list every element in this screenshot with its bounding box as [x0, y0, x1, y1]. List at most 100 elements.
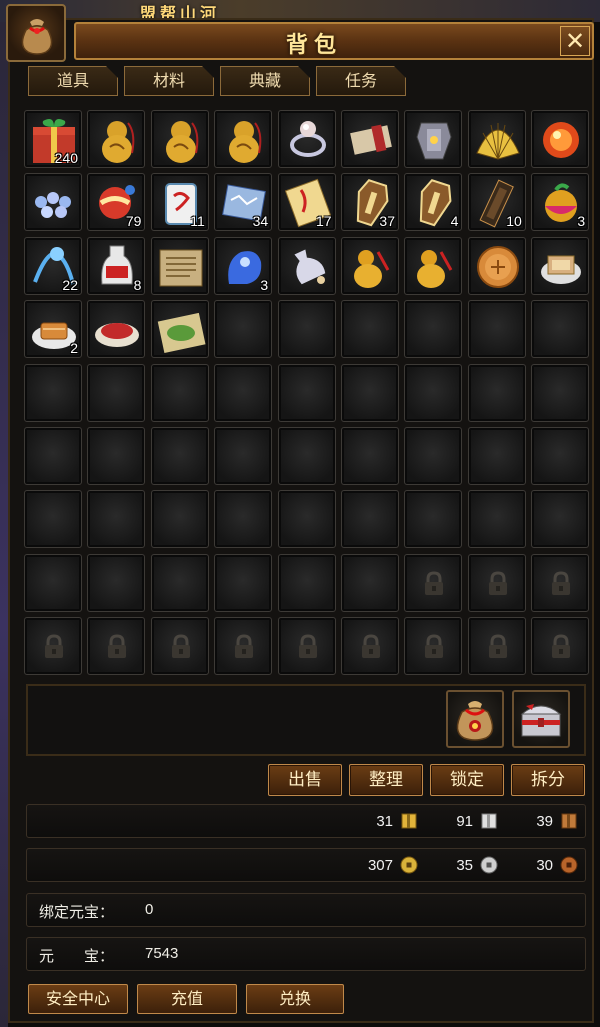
inventory-slot-empty[interactable]: [277, 490, 336, 549]
inventory-slot-empty[interactable]: [277, 553, 336, 612]
gourd-amulet-icon: [229, 121, 262, 163]
tab-items[interactable]: 道具: [28, 66, 118, 96]
recharge-button[interactable]: 充值: [137, 984, 237, 1014]
inventory-slot-locked[interactable]: [404, 553, 463, 612]
security-center-button[interactable]: 安全中心: [28, 984, 128, 1014]
inventory-slot-empty[interactable]: [214, 490, 273, 549]
inventory-slot-empty[interactable]: [531, 300, 590, 359]
window-titlebar[interactable]: 背包 ✕: [74, 22, 594, 60]
inventory-slot-filled[interactable]: 3: [214, 236, 273, 295]
inventory-slot-empty[interactable]: [404, 427, 463, 485]
inventory-slot-filled[interactable]: [150, 236, 209, 295]
inventory-slot-filled[interactable]: [341, 110, 399, 168]
special-slot-treasure-chest[interactable]: [512, 690, 570, 748]
inventory-slot-empty[interactable]: [150, 363, 209, 422]
inventory-slot-filled[interactable]: [531, 110, 590, 168]
bronze-ingot-icon: [561, 813, 577, 829]
inventory-slot-filled[interactable]: [404, 236, 463, 295]
inventory-slot-empty[interactable]: [341, 490, 399, 549]
inventory-slot-empty[interactable]: [341, 553, 399, 612]
inventory-slot-filled[interactable]: [277, 236, 336, 295]
inventory-slot-filled[interactable]: [341, 236, 399, 295]
inventory-slot-filled[interactable]: 79: [87, 173, 146, 232]
inventory-slot-empty[interactable]: [404, 490, 463, 549]
inventory-slot-filled[interactable]: 3: [531, 173, 590, 232]
inventory-slot-empty[interactable]: [24, 490, 82, 549]
inventory-slot-empty[interactable]: [404, 300, 463, 359]
inventory-slot-filled[interactable]: 8: [87, 236, 146, 295]
inventory-slot-empty[interactable]: [277, 300, 336, 359]
inventory-slot-locked[interactable]: [467, 617, 526, 676]
inventory-slot-filled[interactable]: [150, 300, 209, 359]
inventory-slot-empty[interactable]: [341, 363, 399, 422]
inventory-slot-filled[interactable]: [467, 236, 526, 295]
sort-button[interactable]: 整理: [349, 764, 423, 796]
inventory-slot-empty[interactable]: [467, 427, 526, 485]
inventory-slot-filled[interactable]: [467, 110, 526, 168]
inventory-slot-filled[interactable]: [277, 110, 336, 168]
inventory-slot-empty[interactable]: [24, 553, 82, 612]
gourd-amulet-icon: [165, 121, 199, 163]
inventory-slot-locked[interactable]: [531, 617, 590, 676]
inventory-slot-empty[interactable]: [150, 553, 209, 612]
inventory-slot-locked[interactable]: [87, 617, 146, 676]
inventory-slot-empty[interactable]: [87, 363, 146, 422]
inventory-slot-empty[interactable]: [341, 300, 399, 359]
inventory-slot-filled[interactable]: 22: [24, 236, 82, 295]
inventory-slot-locked[interactable]: [531, 553, 590, 612]
inventory-slot-filled[interactable]: 2: [24, 300, 82, 359]
item-count: 17: [316, 213, 332, 230]
inventory-slot-empty[interactable]: [87, 427, 146, 485]
inventory-slot-empty[interactable]: [277, 427, 336, 485]
close-button[interactable]: ✕: [560, 26, 590, 56]
inventory-slot-filled[interactable]: [87, 110, 146, 168]
inventory-slot-locked[interactable]: [404, 617, 463, 676]
inventory-slot-empty[interactable]: [214, 553, 273, 612]
inventory-slot-empty[interactable]: [150, 427, 209, 485]
sell-button[interactable]: 出售: [268, 764, 342, 796]
inventory-slot-empty[interactable]: [87, 490, 146, 549]
inventory-slot-empty[interactable]: [214, 427, 273, 485]
inventory-slot-locked[interactable]: [467, 553, 526, 612]
inventory-slot-filled[interactable]: 10: [467, 173, 526, 232]
inventory-slot-empty[interactable]: [467, 490, 526, 549]
inventory-slot-locked[interactable]: [214, 617, 273, 676]
inventory-slot-empty[interactable]: [277, 363, 336, 422]
tab-quests[interactable]: 任务: [316, 66, 406, 96]
split-button[interactable]: 拆分: [511, 764, 585, 796]
lock-button[interactable]: 锁定: [430, 764, 504, 796]
inventory-slot-filled[interactable]: [24, 173, 82, 232]
inventory-slot-filled[interactable]: [214, 110, 273, 168]
inventory-slot-filled[interactable]: 4: [404, 173, 463, 232]
exchange-button[interactable]: 兑换: [246, 984, 344, 1014]
inventory-slot-filled[interactable]: [531, 236, 590, 295]
inventory-slot-empty[interactable]: [467, 363, 526, 422]
inventory-slot-locked[interactable]: [24, 617, 82, 676]
inventory-slot-empty[interactable]: [531, 427, 590, 485]
inventory-slot-empty[interactable]: [404, 363, 463, 422]
inventory-slot-empty[interactable]: [24, 363, 82, 422]
inventory-slot-filled[interactable]: 37: [341, 173, 399, 232]
inventory-slot-empty[interactable]: [531, 490, 590, 549]
inventory-slot-empty[interactable]: [531, 363, 590, 422]
inventory-slot-filled[interactable]: 11: [150, 173, 209, 232]
inventory-slot-filled[interactable]: 17: [277, 173, 336, 232]
special-slot-money-bag[interactable]: [446, 690, 504, 748]
inventory-slot-filled[interactable]: 34: [214, 173, 273, 232]
inventory-slot-filled[interactable]: [150, 110, 209, 168]
tab-collection[interactable]: 典藏: [220, 66, 310, 96]
inventory-slot-filled[interactable]: [404, 110, 463, 168]
inventory-slot-empty[interactable]: [214, 300, 273, 359]
tab-materials[interactable]: 材料: [124, 66, 214, 96]
inventory-slot-locked[interactable]: [150, 617, 209, 676]
inventory-slot-locked[interactable]: [341, 617, 399, 676]
inventory-slot-empty[interactable]: [87, 553, 146, 612]
inventory-slot-empty[interactable]: [214, 363, 273, 422]
inventory-slot-empty[interactable]: [341, 427, 399, 485]
inventory-slot-filled[interactable]: 240: [24, 110, 82, 168]
inventory-slot-locked[interactable]: [277, 617, 336, 676]
inventory-slot-empty[interactable]: [24, 427, 82, 485]
inventory-slot-empty[interactable]: [150, 490, 209, 549]
inventory-slot-filled[interactable]: [87, 300, 146, 359]
inventory-slot-empty[interactable]: [467, 300, 526, 359]
